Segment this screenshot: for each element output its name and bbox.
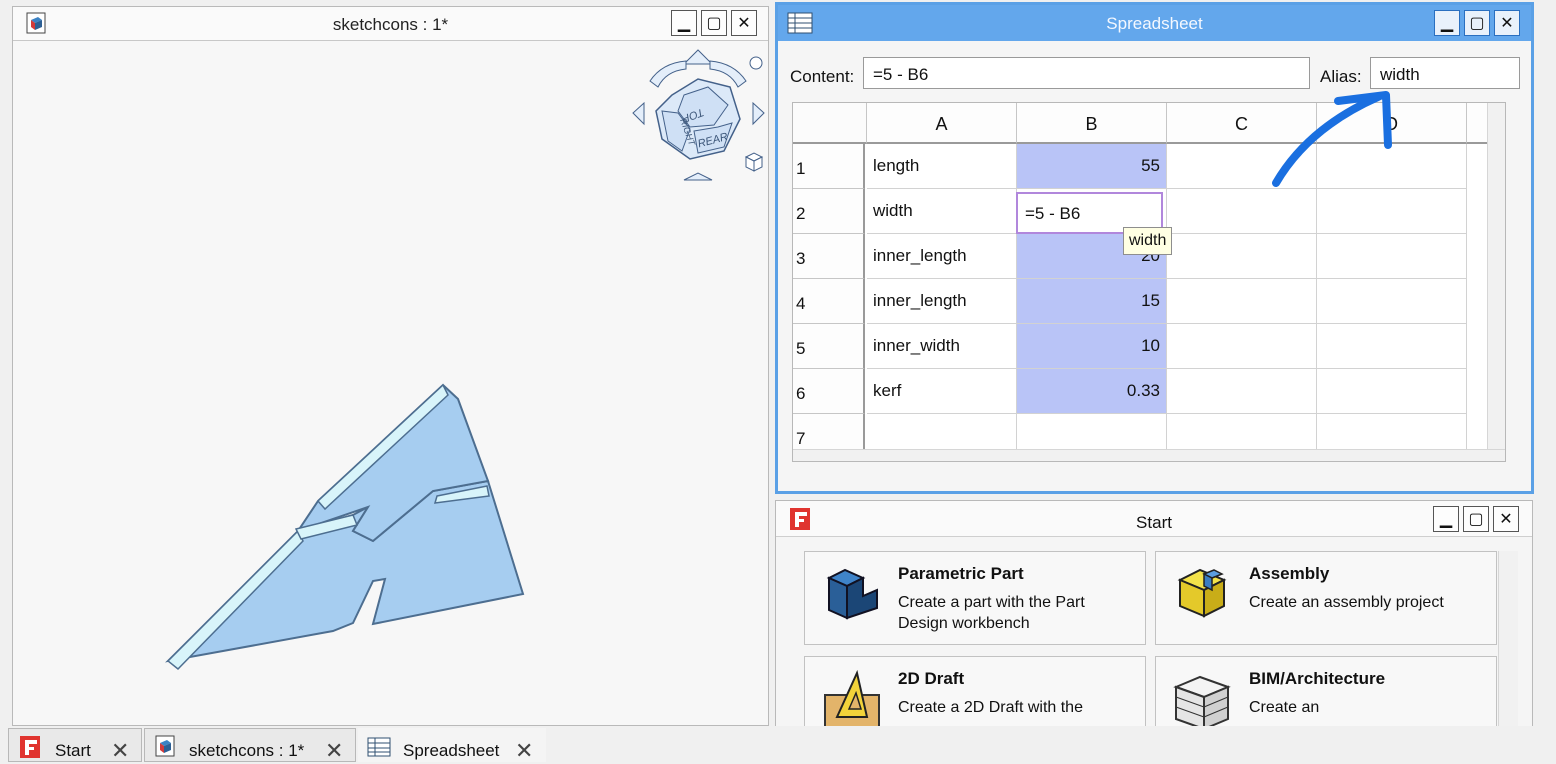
part-document-icon: [155, 735, 175, 757]
draft-icon: [824, 669, 880, 729]
tab-close-icon[interactable]: ✕: [111, 738, 129, 764]
tab-label: Start: [55, 741, 91, 760]
cell-c5[interactable]: [1167, 324, 1317, 369]
row-header[interactable]: 4: [793, 279, 865, 324]
cell-b5[interactable]: 10: [1017, 324, 1167, 369]
tab-close-icon[interactable]: ✕: [515, 738, 533, 764]
tab-sketchcons[interactable]: sketchcons : 1* ✕: [144, 728, 356, 764]
card-description: Create a 2D Draft with the: [898, 699, 1083, 716]
cell-a3[interactable]: inner_length: [867, 234, 1017, 279]
row-header[interactable]: 6: [793, 369, 865, 414]
tab-close-icon[interactable]: ✕: [325, 738, 343, 764]
cell-a6[interactable]: kerf: [867, 369, 1017, 414]
alias-tooltip: width: [1123, 227, 1173, 255]
minimize-button[interactable]: ▁: [671, 10, 697, 36]
tab-spreadsheet[interactable]: Spreadsheet ✕: [358, 728, 546, 764]
cell-a2[interactable]: width: [867, 189, 1017, 234]
close-button[interactable]: ✕: [1494, 10, 1520, 36]
cell-d2[interactable]: [1317, 189, 1467, 234]
cell-c6[interactable]: [1167, 369, 1317, 414]
maximize-button[interactable]: ▢: [1463, 506, 1489, 532]
start-vertical-scrollbar[interactable]: [1498, 551, 1518, 729]
annotation-arrow-icon: [1272, 91, 1392, 187]
cell-a5[interactable]: inner_width: [867, 324, 1017, 369]
cell-d5[interactable]: [1317, 324, 1467, 369]
card-title: Assembly: [1249, 564, 1330, 583]
start-window: Start ▁ ▢ ✕ Parametric Part Create a par…: [775, 500, 1533, 750]
start-title: Start: [1136, 513, 1172, 532]
bim-wall-icon: [1173, 675, 1231, 729]
cell-a4[interactable]: inner_length: [867, 279, 1017, 324]
view3d-title: sketchcons : 1*: [332, 15, 449, 34]
corner-header[interactable]: [793, 103, 867, 144]
maximize-button[interactable]: ▢: [701, 10, 727, 36]
cell-d6[interactable]: [1317, 369, 1467, 414]
card-parametric-part[interactable]: Parametric Part Create a part with the P…: [804, 551, 1146, 645]
content-field[interactable]: =5 - B6: [863, 57, 1310, 89]
cell-d4[interactable]: [1317, 279, 1467, 324]
maximize-button[interactable]: ▢: [1464, 10, 1490, 36]
cell-b6[interactable]: 0.33: [1017, 369, 1167, 414]
card-description: Create an: [1249, 699, 1320, 716]
tab-label: sketchcons : 1*: [189, 741, 305, 760]
grid-vertical-scrollbar[interactable]: [1487, 103, 1505, 449]
cell-c2[interactable]: [1167, 189, 1317, 234]
content-label: Content:: [790, 67, 855, 86]
view3d-titlebar[interactable]: sketchcons : 1* ▁ ▢ ✕: [13, 7, 768, 41]
column-header-b[interactable]: B: [1017, 103, 1167, 144]
spreadsheet-icon: [367, 737, 391, 757]
tab-label: Spreadsheet: [403, 741, 500, 760]
close-button[interactable]: ✕: [731, 10, 757, 36]
minimize-button[interactable]: ▁: [1433, 506, 1459, 532]
cell-c4[interactable]: [1167, 279, 1317, 324]
row-header[interactable]: 5: [793, 324, 865, 369]
card-description: Create a part with the Part Design workb…: [898, 594, 1085, 632]
document-tab-bar: Start ✕ sketchcons : 1* ✕ Spreadsheet ✕: [0, 726, 1556, 764]
spreadsheet-titlebar[interactable]: Spreadsheet ▁ ▢ ✕: [778, 5, 1531, 41]
cell-b1[interactable]: 55: [1017, 144, 1167, 189]
cell-a1[interactable]: length: [867, 144, 1017, 189]
spreadsheet-title: Spreadsheet: [1106, 14, 1203, 33]
row-header[interactable]: 2: [793, 189, 865, 234]
assembly-icon: [1177, 568, 1227, 618]
start-titlebar[interactable]: Start ▁ ▢ ✕: [776, 501, 1532, 537]
minimize-button[interactable]: ▁: [1434, 10, 1460, 36]
grid-horizontal-scrollbar[interactable]: [793, 449, 1505, 461]
row-header[interactable]: 1: [793, 144, 865, 189]
freecad-logo-icon: [20, 736, 40, 758]
card-title: Parametric Part: [898, 564, 1024, 583]
spreadsheet-window: Spreadsheet ▁ ▢ ✕ Content: =5 - B6 Alias…: [775, 2, 1534, 494]
sketch-model[interactable]: [13, 41, 770, 727]
view3d-window: sketchcons : 1* ▁ ▢ ✕ TOP RIGHT REAR: [12, 6, 769, 726]
part-design-icon: [826, 568, 878, 620]
cell-c3[interactable]: [1167, 234, 1317, 279]
cell-d3[interactable]: [1317, 234, 1467, 279]
row-header[interactable]: 3: [793, 234, 865, 279]
card-description: Create an assembly project: [1249, 594, 1444, 611]
card-title: 2D Draft: [898, 669, 965, 688]
card-assembly[interactable]: Assembly Create an assembly project: [1155, 551, 1497, 645]
close-button[interactable]: ✕: [1493, 506, 1519, 532]
cell-b4[interactable]: 15: [1017, 279, 1167, 324]
column-header-a[interactable]: A: [867, 103, 1017, 144]
card-title: BIM/Architecture: [1249, 669, 1386, 688]
tab-start[interactable]: Start ✕: [8, 728, 142, 764]
